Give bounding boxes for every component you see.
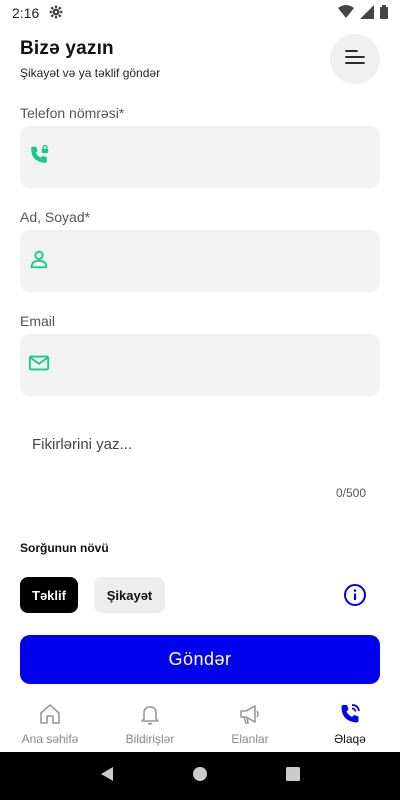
chip-suggestion[interactable]: Təklif: [20, 577, 78, 613]
phone-call-icon: [338, 702, 362, 729]
email-input[interactable]: [62, 356, 352, 374]
recents-icon[interactable]: [285, 766, 301, 787]
status-bar: 2:16: [0, 0, 400, 26]
phone-lock-icon: [28, 144, 50, 171]
tab-contact[interactable]: Əlaqə: [300, 694, 400, 752]
wifi-icon: [338, 4, 354, 22]
battery-icon: [380, 4, 388, 22]
email-label: Email: [20, 313, 56, 329]
name-input[interactable]: [62, 252, 352, 270]
menu-icon: [345, 49, 365, 70]
bell-icon: [138, 702, 162, 729]
page-header: Bizə yazın Şikayət və ya təklif göndər: [20, 34, 380, 88]
request-type-label: Sorğunun növü: [20, 541, 109, 555]
tab-notifications-label: Bildirişlər: [125, 732, 175, 746]
email-field[interactable]: [20, 334, 380, 396]
status-time: 2:16: [12, 5, 40, 21]
info-icon[interactable]: [343, 583, 367, 607]
page-subtitle: Şikayət və ya təklif göndər: [20, 66, 161, 80]
mail-icon: [28, 352, 50, 379]
name-label: Ad, Soyad*: [20, 209, 91, 225]
tab-contact-label: Əlaqə: [334, 732, 366, 746]
bottom-tab-bar: Ana səhifə Bildirişlər Elanlar Əlaqə: [0, 694, 400, 752]
name-field[interactable]: [20, 230, 380, 292]
back-icon[interactable]: [99, 766, 115, 787]
user-icon: [28, 248, 50, 275]
settings-icon: [49, 5, 63, 22]
chip-complaint[interactable]: Şikayət: [94, 577, 165, 613]
phone-field[interactable]: [20, 126, 380, 188]
message-placeholder: Fikirlərini yaz...: [32, 436, 133, 453]
tab-home[interactable]: Ana səhifə: [0, 694, 100, 752]
home-circle-icon[interactable]: [192, 766, 208, 787]
phone-label: Telefon nömrəsi*: [20, 105, 125, 121]
system-nav-bar: [0, 752, 400, 800]
megaphone-icon: [238, 702, 262, 729]
tab-home-label: Ana səhifə: [21, 732, 79, 746]
signal-icon: [360, 4, 374, 22]
menu-button[interactable]: [330, 34, 380, 84]
phone-input[interactable]: [62, 148, 352, 166]
tab-notifications[interactable]: Bildirişlər: [100, 694, 200, 752]
message-textarea[interactable]: Fikirlərini yaz... 0/500: [20, 420, 380, 510]
page-title: Bizə yazın: [20, 38, 114, 59]
submit-button[interactable]: Göndər: [20, 635, 380, 684]
home-icon: [38, 702, 62, 729]
tab-announcements[interactable]: Elanlar: [200, 694, 300, 752]
tab-announcements-label: Elanlar: [231, 732, 269, 746]
character-counter: 0/500: [335, 486, 366, 500]
